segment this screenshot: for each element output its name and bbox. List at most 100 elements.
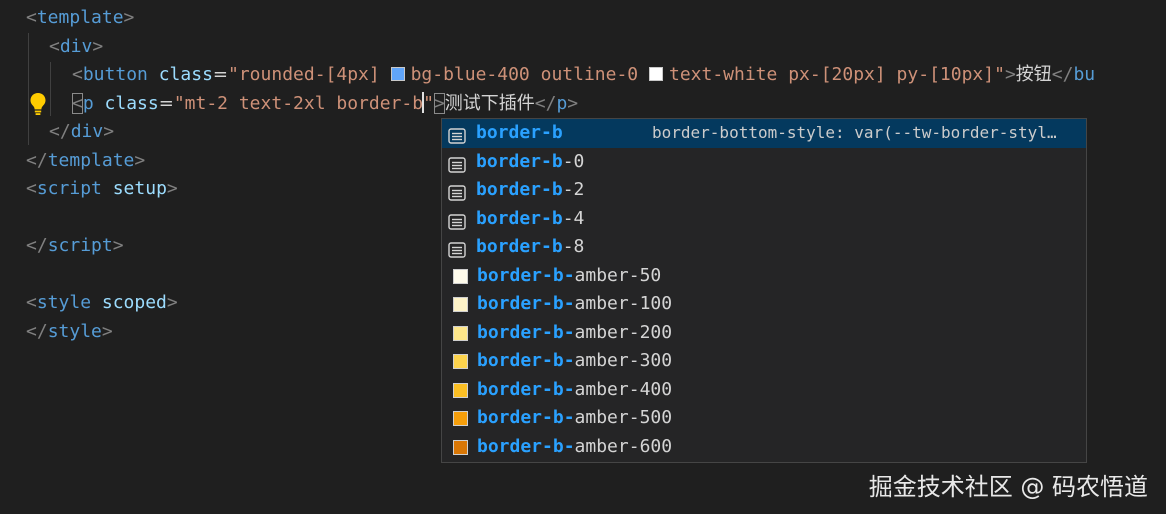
- color-swatch-icon: [453, 354, 468, 369]
- suggestion-match: border-b-: [477, 407, 575, 428]
- color-swatch-blue[interactable]: [390, 67, 405, 81]
- tag-bracket: >: [101, 321, 113, 342]
- attr-quote: ": [994, 64, 1005, 85]
- suggestion-item[interactable]: border-b-amber-400: [442, 376, 1086, 405]
- code-line-2[interactable]: <div>: [49, 33, 103, 61]
- class-value: bg-blue-400 outline-0: [410, 64, 649, 85]
- suggestion-item[interactable]: border-b-2: [442, 176, 1086, 205]
- attr-name: scoped: [101, 292, 167, 313]
- tag-name: button: [82, 64, 148, 85]
- tag-bracket: <: [72, 64, 83, 85]
- tag-bracket: <: [49, 36, 60, 57]
- tag-bracket: <: [26, 178, 37, 199]
- suggestion-item[interactable]: border-b-4: [442, 205, 1086, 234]
- watermark: 掘金技术社区 @ 码农悟道: [868, 473, 1148, 501]
- attr-quote: ": [423, 93, 434, 114]
- indent-guide: [50, 62, 51, 116]
- suggestion-detail: border-bottom-style: var(--tw-border-sty…: [652, 123, 1057, 142]
- code-line-6[interactable]: </template>: [26, 147, 145, 175]
- attr-name: setup: [112, 178, 167, 199]
- tag-name: template: [47, 150, 135, 171]
- code-line-12[interactable]: </style>: [26, 318, 113, 346]
- suggestion-item[interactable]: border-b-amber-200: [442, 319, 1086, 348]
- attr-quote: ": [228, 64, 239, 85]
- text-value-icon: [448, 125, 466, 144]
- class-value: rounded-[4px]: [238, 64, 391, 85]
- suggestion-widget[interactable]: border-b border-bottom-style: var(--tw-bo…: [441, 118, 1087, 463]
- text-value-icon: [448, 154, 466, 173]
- attr-equals: =: [158, 93, 174, 114]
- class-value: mt-2 text-2xl border-b: [184, 93, 424, 114]
- tag-bracket: >: [166, 178, 178, 199]
- tag-name: script: [36, 178, 102, 199]
- suggestion-match: border-b-: [477, 293, 575, 314]
- suggestion-match: border-b: [476, 207, 563, 229]
- tag-name: p: [82, 93, 94, 114]
- code-line-9[interactable]: </script>: [26, 232, 124, 260]
- tag-bracket: >: [567, 93, 579, 114]
- suggestion-label: border-b: [476, 119, 563, 148]
- tag-bracket: </: [49, 121, 71, 142]
- text-value-icon: [448, 182, 466, 201]
- lightbulb-icon[interactable]: [29, 92, 47, 116]
- tag-name: style: [36, 292, 92, 313]
- attr-name: class: [158, 64, 213, 85]
- color-swatch-white[interactable]: [648, 67, 663, 81]
- class-value: text-white px-[20px] py-[10px]: [668, 64, 995, 85]
- suggestion-rest: -0: [562, 150, 585, 172]
- suggestion-label: border-b-amber-300: [477, 347, 672, 376]
- suggestion-label: border-b-amber-50: [477, 262, 661, 291]
- suggestion-rest: -2: [562, 179, 585, 200]
- tag-bracket: >: [92, 36, 104, 57]
- color-swatch-icon: [453, 297, 468, 312]
- suggestion-rest: amber-600: [574, 435, 673, 457]
- suggestion-match: border-b-: [477, 321, 575, 343]
- code-line-7[interactable]: <script setup>: [26, 175, 178, 203]
- tag-bracket-matched: <: [72, 93, 83, 114]
- code-line-1[interactable]: <template>: [26, 4, 134, 32]
- tag-name: div: [59, 36, 93, 57]
- code-line-4-active[interactable]: <p class="mt-2 text-2xl border-b">测试下插件<…: [72, 90, 578, 118]
- tag-bracket: >: [1004, 64, 1016, 85]
- suggestion-match: border-b-: [477, 264, 575, 286]
- tag-bracket: <: [26, 292, 37, 313]
- suggestion-item[interactable]: border-b-amber-600: [442, 433, 1086, 462]
- suggestion-label: border-b-2: [476, 176, 584, 205]
- suggestion-item[interactable]: border-b-amber-100: [442, 290, 1086, 319]
- suggestion-rest: amber-200: [574, 321, 673, 343]
- code-line-3[interactable]: <button class="rounded-[4px] bg-blue-400…: [72, 61, 1095, 89]
- suggestion-rest: amber-300: [574, 350, 673, 371]
- suggestion-rest: -8: [562, 236, 585, 257]
- suggestion-label: border-b-amber-500: [477, 404, 672, 433]
- suggestion-match: border-b-: [477, 378, 575, 400]
- suggestion-item[interactable]: border-b-0: [442, 148, 1086, 177]
- suggestion-rest: amber-100: [574, 293, 673, 314]
- suggestion-item[interactable]: border-b border-bottom-style: var(--tw-bo…: [442, 119, 1086, 148]
- tag-bracket: <: [26, 7, 37, 28]
- tag-bracket: </: [534, 93, 557, 114]
- tag-bracket: </: [1051, 64, 1074, 85]
- tag-name: p: [556, 93, 568, 114]
- attr-quote: ": [173, 93, 185, 114]
- text-value-icon: [448, 211, 466, 230]
- suggestion-rest: amber-400: [574, 378, 673, 400]
- suggestion-item[interactable]: border-b-8: [442, 233, 1086, 262]
- suggestion-match: border-b-: [477, 435, 575, 457]
- suggestion-label: border-b-amber-600: [477, 433, 672, 462]
- indent-guide: [28, 33, 29, 145]
- suggestion-item[interactable]: border-b-amber-500: [442, 404, 1086, 433]
- code-line-5[interactable]: </div>: [49, 118, 114, 146]
- tag-bracket: </: [26, 235, 48, 256]
- element-text: 测试下插件: [444, 93, 535, 114]
- attr-name: class: [104, 93, 159, 114]
- color-swatch-icon: [453, 382, 468, 398]
- color-swatch-icon: [453, 325, 468, 341]
- suggestion-item[interactable]: border-b-amber-300: [442, 347, 1086, 376]
- tag-name: bu: [1073, 64, 1096, 85]
- tag-name: script: [47, 235, 113, 256]
- tag-bracket-matched: >: [433, 93, 445, 114]
- tag-name: template: [36, 7, 124, 28]
- suggestion-match: border-b: [476, 179, 563, 200]
- code-line-11[interactable]: <style scoped>: [26, 289, 178, 317]
- suggestion-item[interactable]: border-b-amber-50: [442, 262, 1086, 291]
